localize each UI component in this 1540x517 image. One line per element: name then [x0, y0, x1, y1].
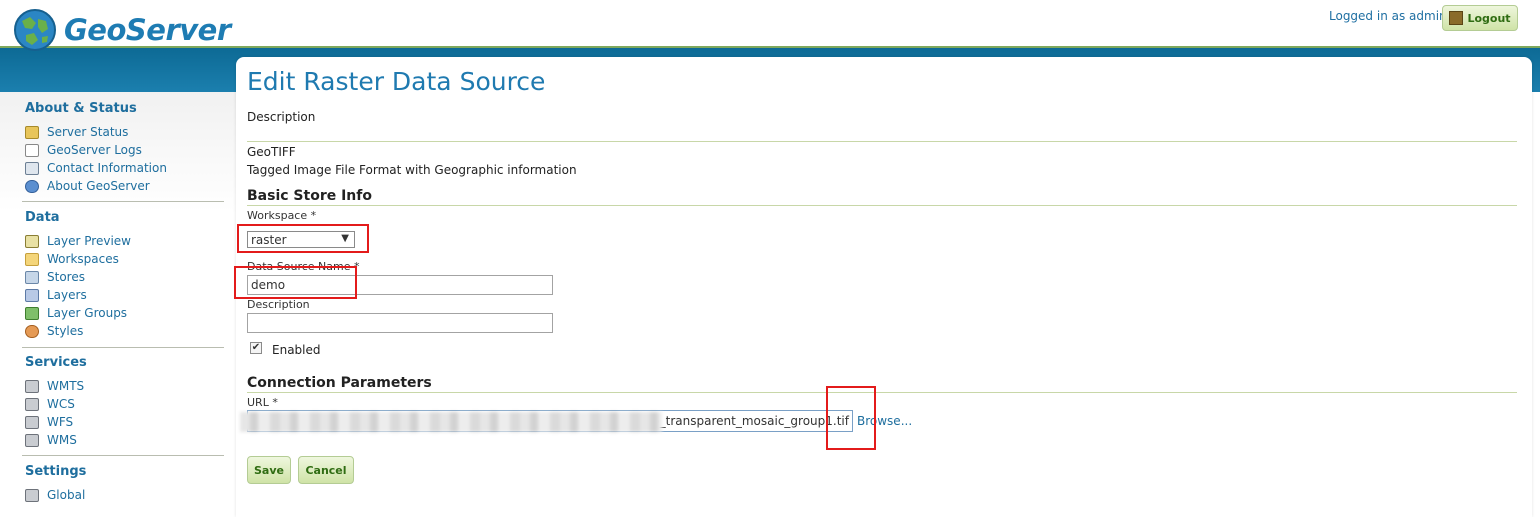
format-description: Tagged Image File Format with Geographic… — [247, 163, 577, 177]
sidebar-section-title: Data — [25, 210, 60, 225]
sidebar-item-label: Styles — [47, 324, 84, 338]
geoserver-logo[interactable]: GeoServer — [12, 6, 231, 54]
sidebar-item-workspaces[interactable]: Workspaces — [25, 250, 131, 268]
sidebar-section-data: Data Layer Preview Workspaces Stores Lay… — [25, 210, 131, 340]
sidebar-item-about-geoserver[interactable]: About GeoServer — [25, 177, 167, 195]
folder-icon — [25, 252, 39, 266]
sidebar-section-title: Settings — [25, 464, 87, 479]
sidebar-item-wfs[interactable]: WFS — [25, 413, 87, 431]
service-icon — [25, 379, 39, 393]
service-icon — [25, 433, 39, 447]
sidebar-item-label: Stores — [47, 270, 85, 284]
sidebar-item-label: GeoServer Logs — [47, 143, 142, 157]
url-value: gb_transparent_mosaic_group1.tif — [644, 414, 849, 428]
connection-parameters-heading: Connection Parameters — [247, 375, 432, 391]
door-icon — [1449, 11, 1464, 25]
sidebar-item-label: Layer Groups — [47, 306, 128, 320]
contact-icon — [25, 161, 39, 175]
sidebar-item-label: About GeoServer — [47, 179, 150, 193]
sidebar-item-label: Layers — [47, 288, 87, 302]
sidebar-section-about: About & Status Server Status GeoServer L… — [25, 101, 167, 195]
sidebar-item-label: WFS — [47, 415, 74, 429]
header-topbar — [0, 0, 1540, 46]
sidebar-item-wms[interactable]: WMS — [25, 431, 87, 449]
description-input[interactable] — [247, 313, 553, 333]
sidebar: About & Status Server Status GeoServer L… — [0, 92, 236, 502]
url-label: URL * — [247, 396, 278, 409]
service-icon — [25, 415, 39, 429]
sidebar-item-layer-groups[interactable]: Layer Groups — [25, 304, 131, 322]
section-rule — [247, 205, 1517, 206]
format-name: GeoTIFF — [247, 145, 296, 159]
layers-icon — [25, 288, 39, 302]
sidebar-section-title: Services — [25, 355, 87, 370]
sidebar-section-settings: Settings Global — [25, 464, 86, 504]
logo-text: GeoServer — [64, 13, 231, 47]
sidebar-divider — [22, 347, 224, 348]
sidebar-item-wcs[interactable]: WCS — [25, 395, 87, 413]
redacted-url-blur — [240, 412, 662, 432]
description-label: Description — [247, 110, 316, 124]
sidebar-divider — [22, 455, 224, 456]
enabled-label: Enabled — [272, 343, 321, 357]
sidebar-section-services: Services WMTS WCS WFS WMS — [25, 355, 87, 449]
layer-preview-icon — [25, 234, 39, 248]
description-field-label: Description — [247, 298, 310, 311]
sidebar-item-label: Workspaces — [47, 252, 119, 266]
section-rule — [247, 392, 1517, 393]
sidebar-item-stores[interactable]: Stores — [25, 268, 131, 286]
sidebar-item-label: WMTS — [47, 379, 85, 393]
sidebar-item-server-status[interactable]: Server Status — [25, 123, 167, 141]
description-rule — [247, 141, 1517, 142]
annotation-box-workspace — [237, 224, 369, 253]
sidebar-item-wmts[interactable]: WMTS — [25, 377, 87, 395]
sidebar-item-global[interactable]: Global — [25, 486, 86, 504]
enabled-checkbox[interactable]: ✔ — [250, 342, 262, 354]
store-icon — [25, 270, 39, 284]
annotation-box-url — [826, 386, 876, 450]
logout-button[interactable]: Logout — [1442, 5, 1518, 31]
sidebar-item-label: WCS — [47, 397, 75, 411]
sidebar-item-label: Layer Preview — [47, 234, 131, 248]
annotation-box-name — [234, 266, 357, 299]
sidebar-item-geoserver-logs[interactable]: GeoServer Logs — [25, 141, 167, 159]
sidebar-item-label: WMS — [47, 433, 77, 447]
page-title: Edit Raster Data Source — [247, 67, 546, 96]
workspace-label: Workspace * — [247, 209, 317, 222]
main-panel: Edit Raster Data Source Description GeoT… — [236, 57, 1532, 517]
sidebar-divider — [22, 201, 224, 202]
sidebar-section-title: About & Status — [25, 101, 137, 116]
sidebar-item-layer-preview[interactable]: Layer Preview — [25, 232, 131, 250]
basic-store-info-heading: Basic Store Info — [247, 188, 372, 204]
layer-groups-icon — [25, 306, 39, 320]
sidebar-item-label: Contact Information — [47, 161, 167, 175]
sidebar-item-styles[interactable]: Styles — [25, 322, 131, 340]
sidebar-item-label: Global — [47, 488, 86, 502]
server-status-icon — [25, 125, 39, 139]
logout-label: Logout — [1467, 11, 1511, 25]
sidebar-item-contact-information[interactable]: Contact Information — [25, 159, 167, 177]
save-button[interactable]: Save — [247, 456, 291, 484]
service-icon — [25, 397, 39, 411]
cancel-button[interactable]: Cancel — [298, 456, 354, 484]
global-icon — [25, 488, 39, 502]
login-status: Logged in as admin. — [1329, 9, 1451, 23]
globe-icon — [14, 9, 56, 51]
logs-icon — [25, 143, 39, 157]
styles-icon — [25, 324, 39, 338]
sidebar-item-layers[interactable]: Layers — [25, 286, 131, 304]
sidebar-item-label: Server Status — [47, 125, 129, 139]
about-icon — [25, 179, 39, 193]
